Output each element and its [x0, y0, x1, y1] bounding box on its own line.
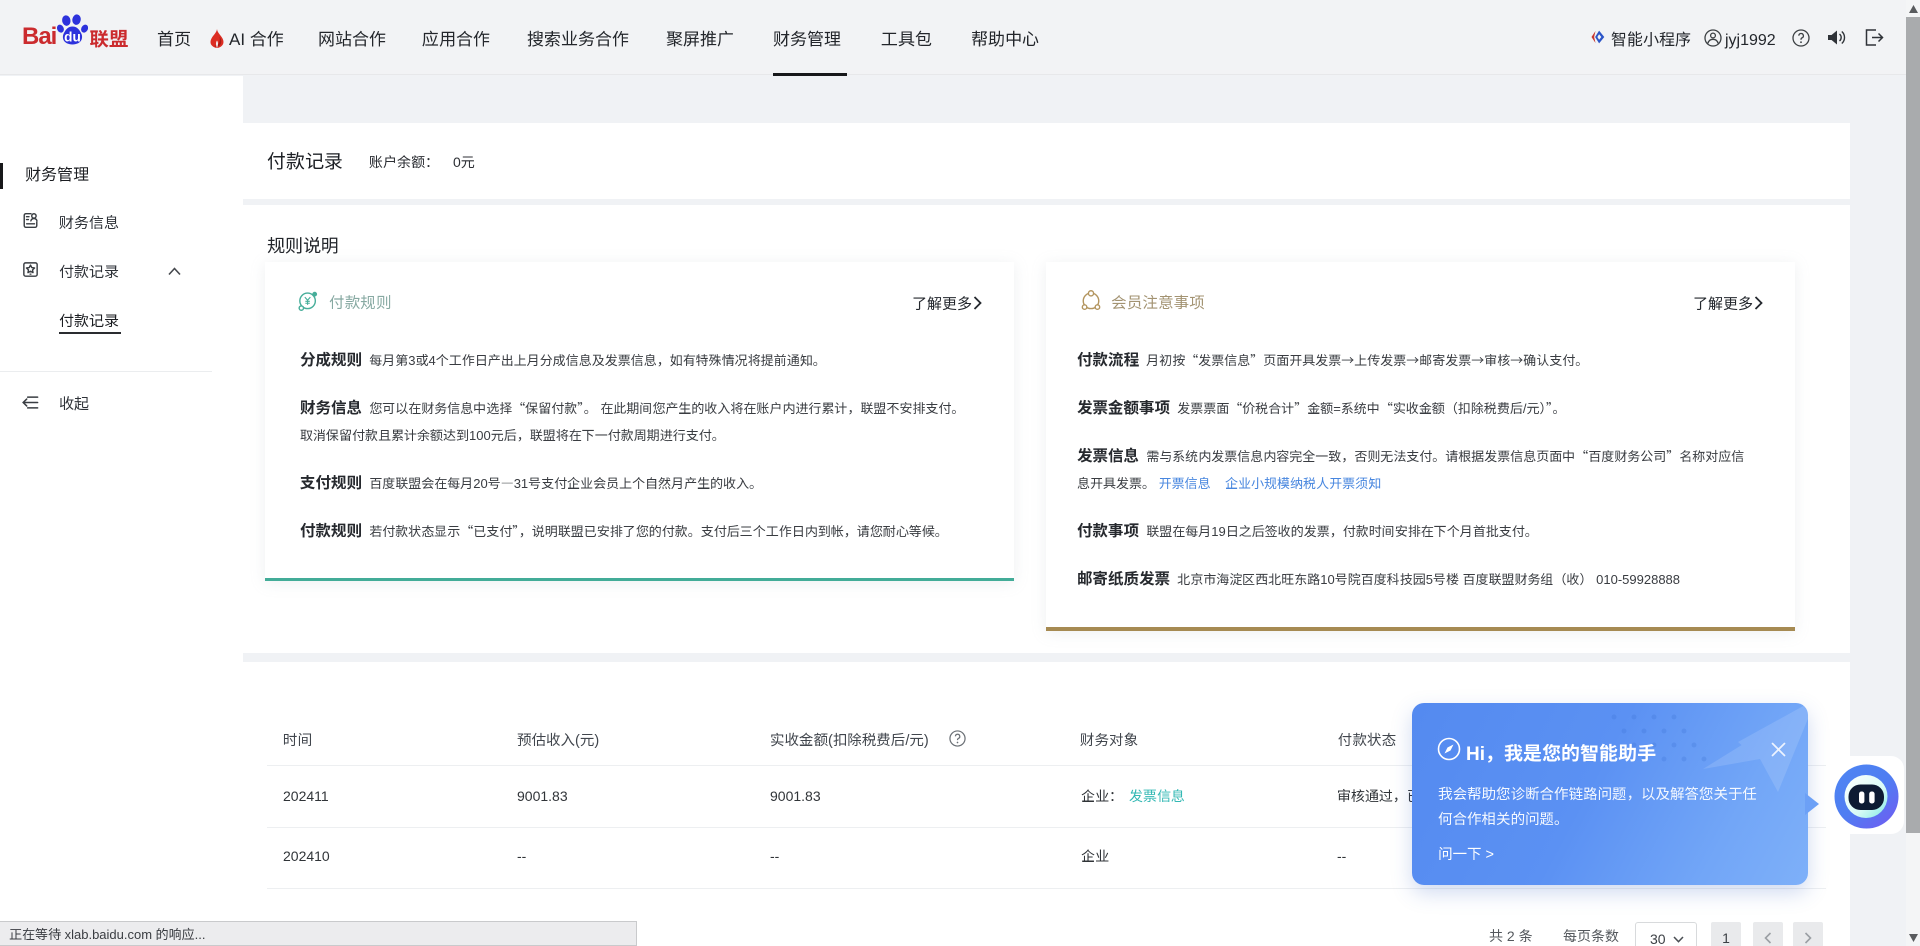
svg-text:du: du — [65, 29, 82, 44]
